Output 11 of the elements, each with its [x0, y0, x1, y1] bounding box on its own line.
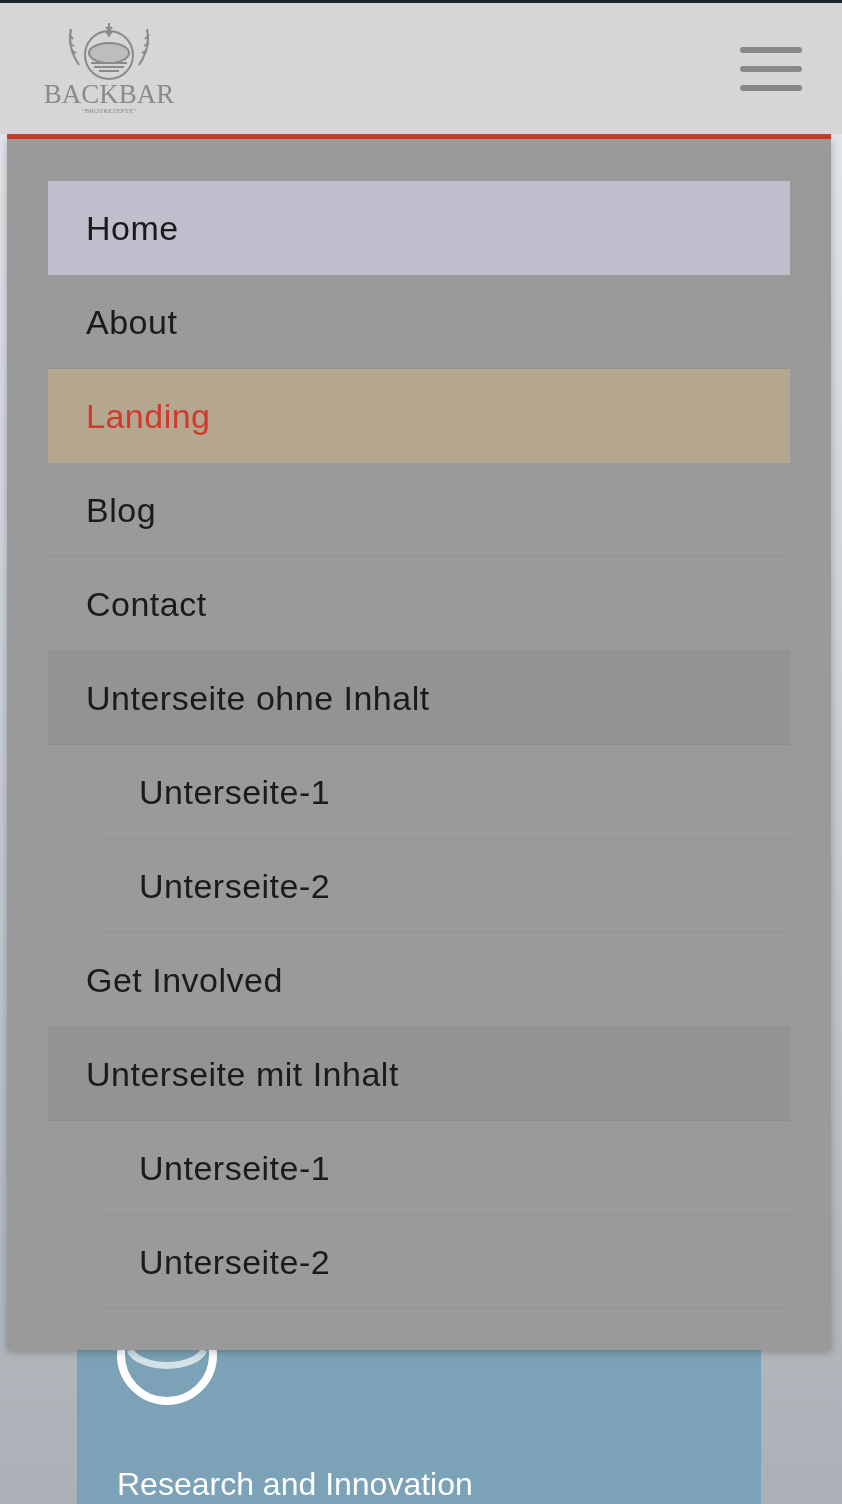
- menu-item[interactable]: Unterseite-2: [104, 1215, 790, 1309]
- card-title: Research and Innovation: [117, 1466, 473, 1503]
- menu-item[interactable]: Unterseite-2: [104, 839, 790, 933]
- menu-item[interactable]: Blog: [48, 463, 790, 557]
- menu-item[interactable]: Unterseite-1: [104, 1121, 790, 1215]
- menu-item[interactable]: Unterseite ohne Inhalt: [48, 651, 790, 745]
- menu-item[interactable]: Unterseite-1: [104, 745, 790, 839]
- menu-item[interactable]: Home: [48, 181, 790, 275]
- logo-name: BACKBAR: [43, 81, 175, 107]
- menu-item[interactable]: Unterseite mit Inhalt: [48, 1027, 790, 1121]
- menu-icon[interactable]: [740, 46, 802, 91]
